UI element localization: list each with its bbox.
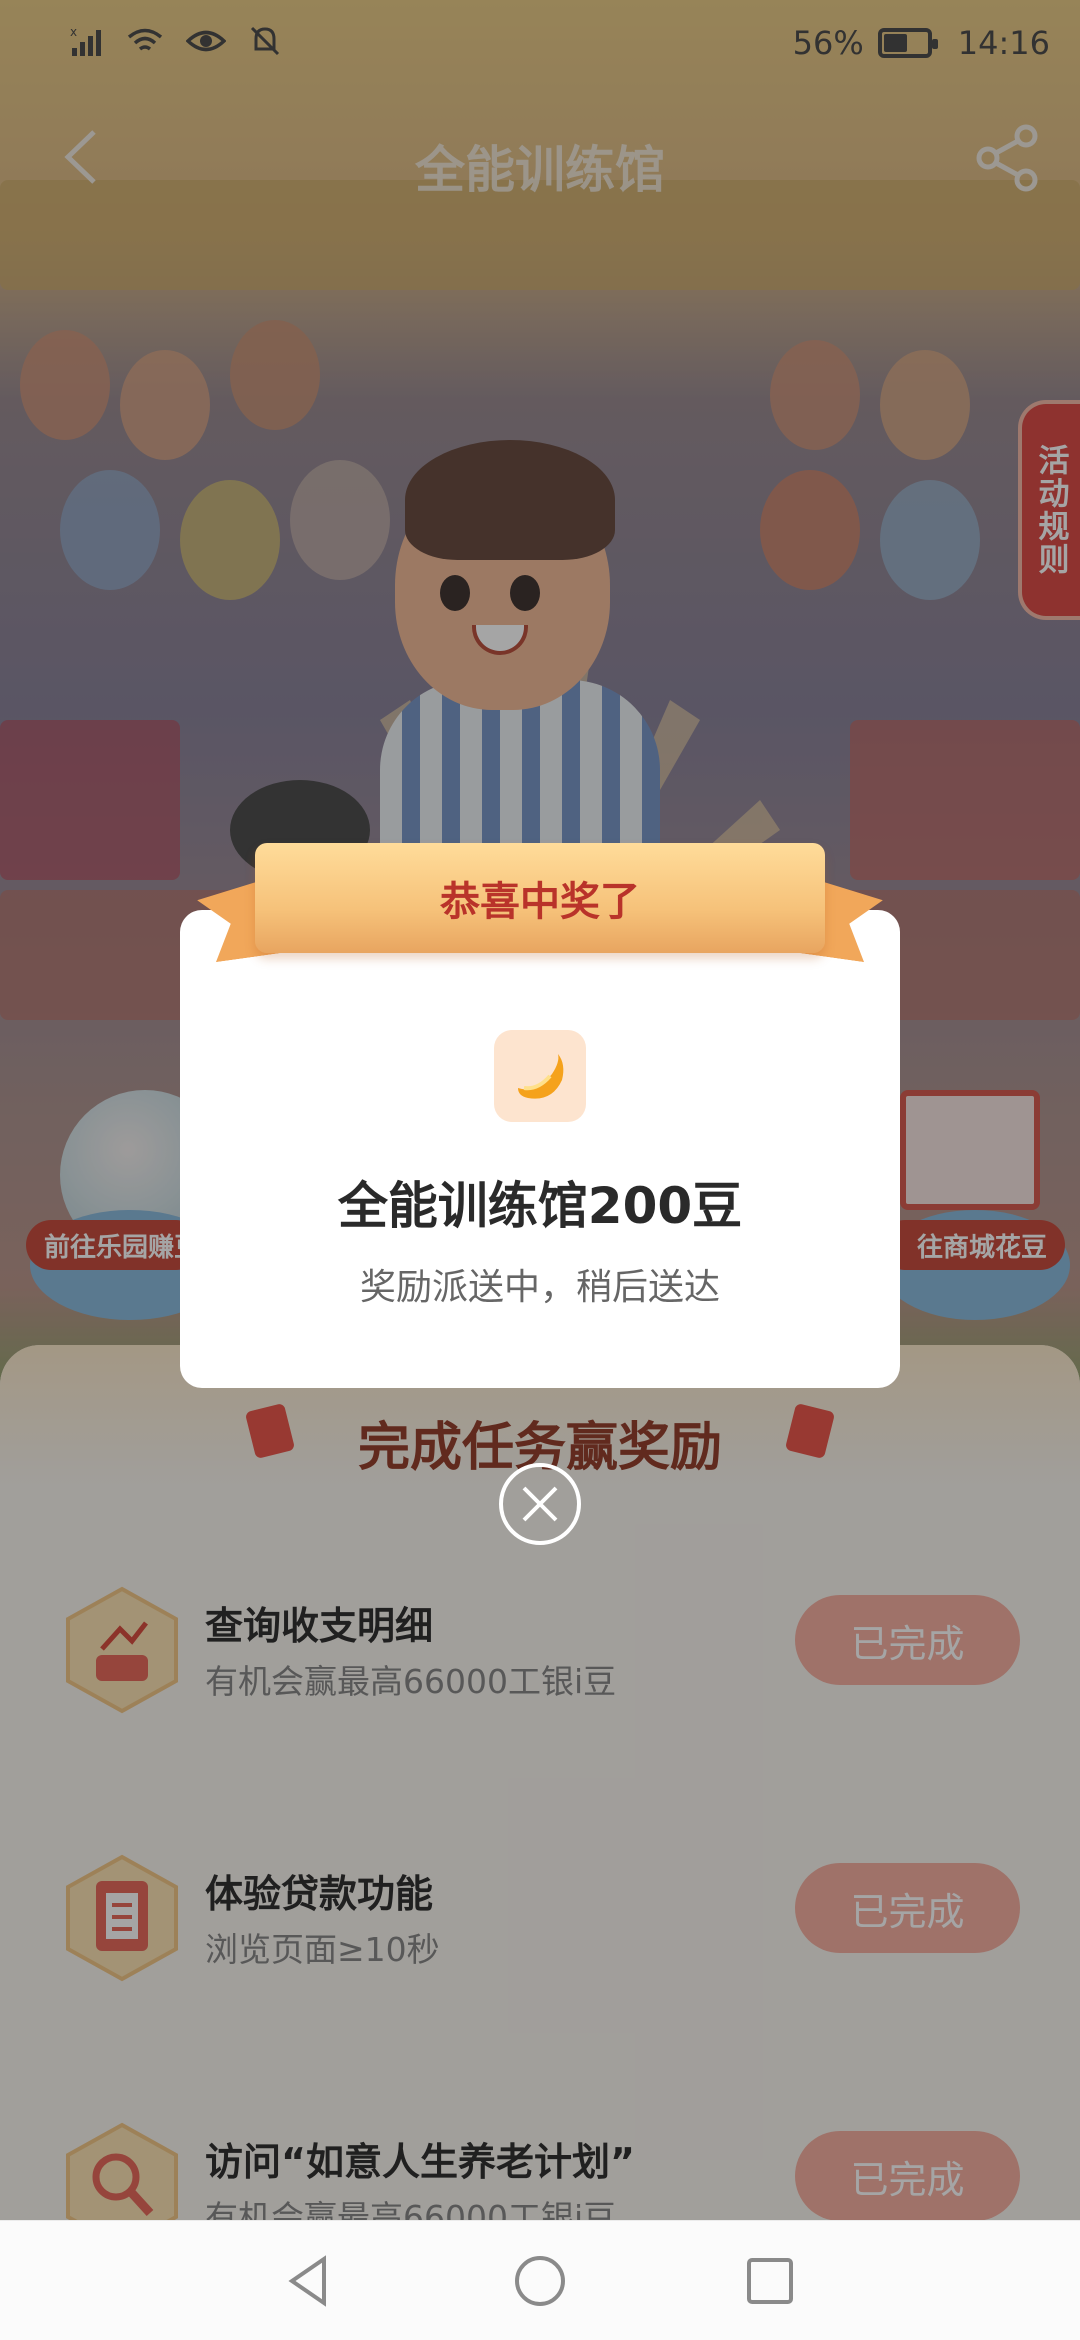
- recents-square-icon[interactable]: [740, 2251, 800, 2311]
- system-nav-bar: [0, 2220, 1080, 2340]
- close-circle-icon[interactable]: [497, 1461, 583, 1547]
- prize-title: 全能训练馆200豆: [337, 1177, 743, 1235]
- prize-ribbon: 恭喜中奖了: [200, 835, 880, 985]
- home-circle-icon[interactable]: [510, 2251, 570, 2311]
- prize-subtitle: 奖励派送中，稍后送达: [359, 1267, 720, 1308]
- back-triangle-icon[interactable]: [280, 2251, 340, 2311]
- bean-icon: [494, 1030, 586, 1122]
- ribbon-title: 恭喜中奖了: [440, 879, 640, 925]
